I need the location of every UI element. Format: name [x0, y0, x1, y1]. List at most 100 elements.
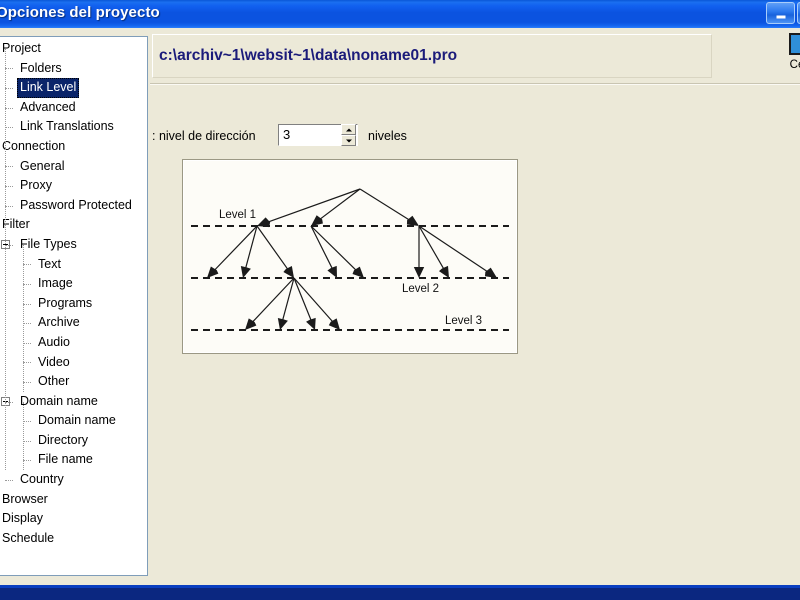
sidebar-item-connection[interactable]: Connection	[0, 137, 147, 157]
minimize-button[interactable]	[766, 2, 795, 24]
edge-5-line	[256, 225, 290, 272]
link-level-value: 3	[283, 127, 291, 142]
tree-guide-line	[23, 460, 31, 462]
edge-8-head	[413, 267, 425, 278]
edge-1-head	[311, 215, 323, 226]
window-client-area: Project Folders Link Level Advanced Link Tra…	[0, 28, 800, 585]
tree-guide-line	[23, 382, 31, 383]
spin-up-button[interactable]	[341, 124, 356, 135]
close-toolbar-label: Ce	[789, 59, 800, 71]
sidebar-item-label: Link Translations	[20, 119, 114, 134]
sidebar-item-link-level[interactable]: Link Level	[0, 78, 147, 98]
tree-guide-line	[5, 166, 13, 168]
sidebar-item-label: Connection	[2, 138, 66, 153]
sidebar-item-browser[interactable]: Browser	[0, 490, 147, 510]
sidebar-item-password-protected[interactable]: Password Protected	[0, 196, 147, 216]
sidebar-item-label: Video	[38, 354, 70, 369]
sidebar-item-label: Schedule	[2, 530, 55, 545]
project-path-box: c:\archiv~1\websit~1\data\noname01.pro	[152, 34, 712, 78]
window-title: Opciones del proyecto	[0, 4, 160, 21]
tree-guide-line	[23, 264, 31, 266]
edge-10-line	[418, 225, 490, 274]
sidebar-item-label: Other	[38, 374, 70, 389]
sidebar-item-label: Country	[20, 472, 64, 487]
link-level-unit: niveles	[368, 129, 407, 143]
sidebar-item-schedule[interactable]: Schedule	[0, 529, 147, 549]
sidebar-item-filter[interactable]: Filter	[0, 215, 147, 235]
link-level-label: : nivel de dirección	[152, 129, 256, 143]
edge-5-head	[283, 266, 294, 278]
caption-button-group	[766, 2, 800, 24]
tree-guide-line	[23, 323, 31, 325]
sidebar-item-label: General	[20, 158, 65, 173]
tree-guide-line	[5, 107, 13, 109]
tree-guide-line	[23, 303, 31, 305]
edge-1-line	[317, 188, 361, 222]
tree-guide-line	[5, 127, 13, 129]
sidebar-item-display[interactable]: Display	[0, 509, 147, 529]
exit-door-icon	[784, 32, 800, 58]
sidebar-item-label: Directory	[38, 432, 89, 447]
edge-2-head	[406, 215, 419, 226]
sidebar-item-label: Project	[2, 41, 41, 55]
sidebar-item-country[interactable]: Country	[0, 470, 147, 490]
edge-9-line	[418, 225, 446, 271]
link-level-row: : nivel de dirección 3 niveles	[152, 124, 796, 150]
edge-6-head	[327, 265, 337, 278]
level-label-3: Level 3	[445, 315, 482, 327]
tree-guide-line	[5, 88, 13, 89]
minimize-icon	[776, 15, 785, 19]
sidebar-item-label: Proxy	[20, 178, 52, 193]
link-level-stepper[interactable]	[341, 124, 356, 146]
sidebar-item-link-translations[interactable]: Link Translations	[0, 117, 147, 137]
tree-guide-line	[5, 68, 13, 70]
sidebar-item-label: Link Level	[17, 78, 80, 98]
tree-guide-line	[5, 480, 13, 481]
edge-4-head	[240, 266, 251, 278]
sidebar-item-general[interactable]: General	[0, 157, 147, 177]
spin-down-arrow-icon	[345, 139, 352, 142]
settings-tree[interactable]: Project Folders Link Level Advanced Link Tra…	[0, 37, 147, 548]
level-label-2: Level 2	[402, 283, 439, 295]
sidebar-item-advanced[interactable]: Advanced	[0, 98, 147, 118]
sidebar-item-label: Domain name	[20, 393, 98, 408]
tree-guide-line	[23, 401, 24, 471]
tree-guide-line	[5, 244, 13, 246]
tree-guide-line	[23, 342, 31, 344]
tree-guide-line	[5, 401, 13, 403]
sidebar-item-label: Folders	[20, 60, 62, 75]
sidebar-item-folders[interactable]: Folders	[0, 59, 147, 79]
edge-12-head	[277, 318, 288, 330]
sidebar-item-label: Text	[38, 256, 61, 271]
edge-7-line	[310, 225, 358, 273]
sidebar-item-proxy[interactable]: Proxy	[0, 176, 147, 196]
sidebar-item-project[interactable]: Project	[0, 39, 147, 59]
settings-tree-panel[interactable]: Project Folders Link Level Advanced Link Tra…	[0, 36, 148, 576]
sidebar-item-label: Audio	[38, 334, 70, 349]
link-level-diagram-svg: Level 1 Level 2 Level 3	[191, 188, 509, 331]
edge-0-line	[265, 188, 361, 224]
project-options-window: Opciones del proyecto Project Folders Link…	[0, 0, 800, 588]
edge-6-line	[310, 225, 334, 271]
spin-up-arrow-icon	[345, 128, 352, 131]
spin-down-button[interactable]	[341, 135, 356, 146]
tree-guide-line	[5, 205, 13, 207]
edge-14-line	[293, 277, 335, 324]
toolbar-divider-highlight	[150, 84, 800, 85]
tree-guide-line	[23, 421, 31, 423]
close-toolbar-button[interactable]: Ce	[769, 32, 800, 71]
title-bar[interactable]: Opciones del proyecto	[0, 0, 800, 28]
tree-guide-line	[5, 186, 13, 187]
edge-9-head	[438, 265, 449, 278]
edge-0-head	[257, 217, 271, 228]
sidebar-item-label: File Types	[20, 236, 77, 251]
project-path-text: c:\archiv~1\websit~1\data\noname01.pro	[159, 47, 458, 64]
edge-2-line	[359, 188, 412, 222]
sidebar-item-label: Domain name	[38, 413, 116, 428]
sidebar-item-label: Password Protected	[20, 197, 132, 212]
content-pane: c:\archiv~1\websit~1\data\noname01.pro C…	[150, 28, 800, 585]
edge-13-head	[306, 317, 316, 330]
link-level-diagram: Level 1 Level 2 Level 3	[182, 159, 518, 354]
sidebar-item-label: Browser	[2, 491, 48, 506]
edge-13-line	[293, 277, 313, 322]
